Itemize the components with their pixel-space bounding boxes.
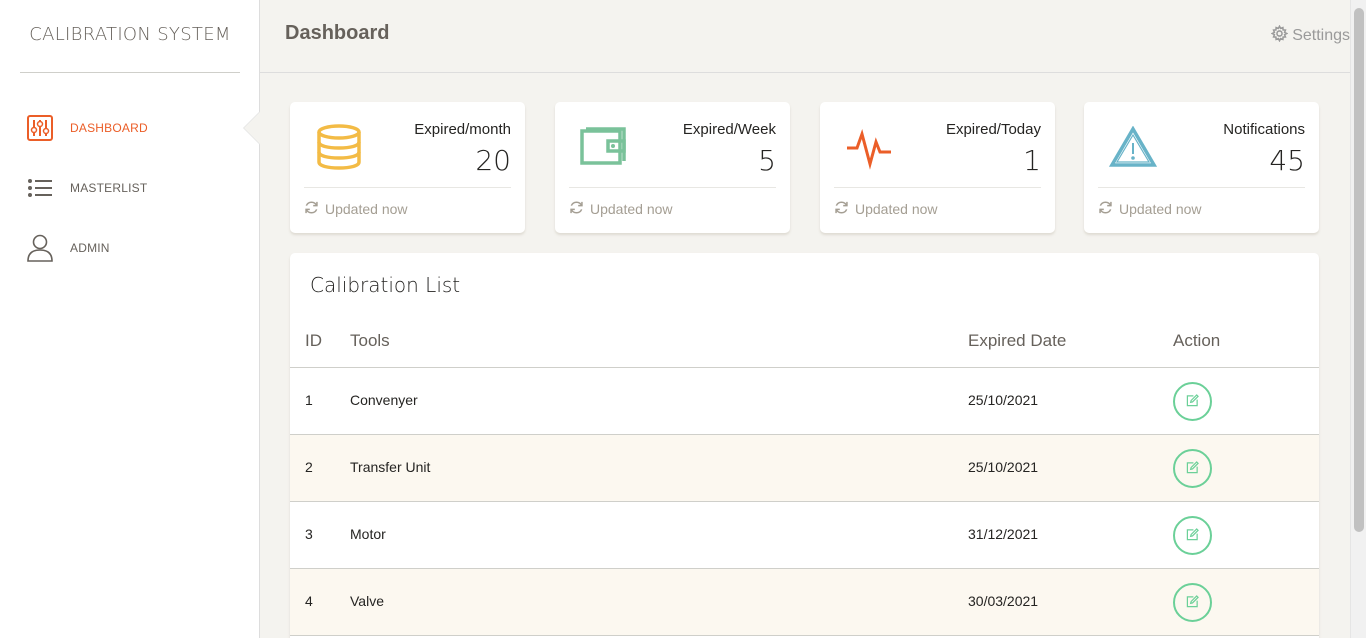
cell-tool: Valve [350, 593, 384, 609]
stat-value: 1 [1023, 144, 1041, 177]
cell-expired-date: 31/12/2021 [968, 526, 1039, 542]
sidebar-item-label: MASTERLIST [70, 181, 148, 195]
stat-footer: Updated now [1098, 200, 1202, 218]
stat-card-expired-week: Expired/Week 5 Updated now [555, 102, 790, 233]
table-row: 2 Transfer Unit 25/10/2021 [290, 435, 1319, 502]
table-row: 1 Convenyer 25/10/2021 [290, 368, 1319, 435]
stat-card-notifications: Notifications 45 Updated now [1084, 102, 1319, 233]
sliders-icon [26, 114, 54, 142]
refresh-icon [834, 200, 849, 218]
table-row: 4 Valve 30/03/2021 [290, 569, 1319, 636]
page-title: Dashboard [285, 22, 390, 44]
card-divider [304, 187, 511, 188]
warning-icon [1108, 122, 1158, 172]
sidebar-item-admin[interactable]: ADMIN [26, 232, 246, 264]
sidebar-item-label: DASHBOARD [70, 121, 148, 135]
database-icon [314, 122, 364, 172]
column-header-expired-date[interactable]: Expired Date [968, 331, 1066, 351]
gear-icon [1270, 24, 1289, 47]
edit-icon [1186, 460, 1199, 477]
stat-title: Expired/Today [945, 121, 1041, 138]
refresh-icon [1098, 200, 1113, 218]
settings-link[interactable]: Settings [1270, 24, 1350, 47]
card-divider [834, 187, 1041, 188]
card-divider [569, 187, 776, 188]
stat-value: 20 [475, 144, 511, 177]
stat-card-expired-today: Expired/Today 1 Updated now [820, 102, 1055, 233]
top-navbar: Dashboard Settings [260, 0, 1350, 73]
table-row: 3 Motor 31/12/2021 [290, 502, 1319, 569]
column-header-id[interactable]: ID [305, 331, 322, 351]
edit-button[interactable] [1173, 382, 1212, 421]
stat-title: Expired/month [414, 121, 511, 138]
stat-footer-label: Updated now [325, 201, 408, 217]
list-icon [26, 174, 54, 202]
stat-value: 45 [1269, 144, 1305, 177]
cell-expired-date: 25/10/2021 [968, 392, 1039, 408]
scrollbar-thumb[interactable] [1354, 8, 1364, 532]
app-logo-title[interactable]: CALIBRATION SYSTEM [20, 0, 240, 73]
cell-expired-date: 30/03/2021 [968, 593, 1039, 609]
stat-footer: Updated now [569, 200, 673, 218]
stat-value: 5 [758, 144, 776, 177]
card-divider [1098, 187, 1305, 188]
edit-button[interactable] [1173, 583, 1212, 622]
calibration-list-card: Calibration List ID Tools Expired Date A… [290, 253, 1319, 638]
edit-icon [1186, 393, 1199, 410]
stat-title: Expired/Week [682, 121, 776, 138]
stat-footer: Updated now [834, 200, 938, 218]
sidebar: CALIBRATION SYSTEM DASHBOARD MASTERLIST … [0, 0, 260, 638]
column-header-action[interactable]: Action [1173, 331, 1220, 351]
edit-icon [1186, 527, 1199, 544]
refresh-icon [569, 200, 584, 218]
wallet-icon [579, 122, 629, 172]
cell-id: 3 [305, 526, 313, 542]
page-scrollbar[interactable] [1350, 0, 1366, 638]
sidebar-item-label: ADMIN [70, 241, 110, 255]
cell-id: 4 [305, 593, 313, 609]
edit-button[interactable] [1173, 449, 1212, 488]
refresh-icon [304, 200, 319, 218]
table-title: Calibration List [310, 273, 461, 297]
stat-card-expired-month: Expired/month 20 Updated now [290, 102, 525, 233]
cell-expired-date: 25/10/2021 [968, 459, 1039, 475]
column-header-tools[interactable]: Tools [350, 331, 390, 351]
stat-footer-label: Updated now [1119, 201, 1202, 217]
pulse-icon [844, 122, 894, 172]
cell-tool: Motor [350, 526, 386, 542]
cell-tool: Transfer Unit [350, 459, 431, 475]
cell-id: 2 [305, 459, 313, 475]
stat-footer-label: Updated now [590, 201, 673, 217]
edit-button[interactable] [1173, 516, 1212, 555]
active-caret [244, 112, 260, 144]
settings-label: Settings [1292, 27, 1350, 44]
stat-footer: Updated now [304, 200, 408, 218]
cell-tool: Convenyer [350, 392, 418, 408]
edit-icon [1186, 594, 1199, 611]
cell-id: 1 [305, 392, 313, 408]
user-icon [26, 234, 54, 262]
sidebar-item-masterlist[interactable]: MASTERLIST [26, 172, 246, 204]
stat-title: Notifications [1223, 121, 1305, 138]
sidebar-item-dashboard[interactable]: DASHBOARD [26, 112, 246, 144]
stat-footer-label: Updated now [855, 201, 938, 217]
